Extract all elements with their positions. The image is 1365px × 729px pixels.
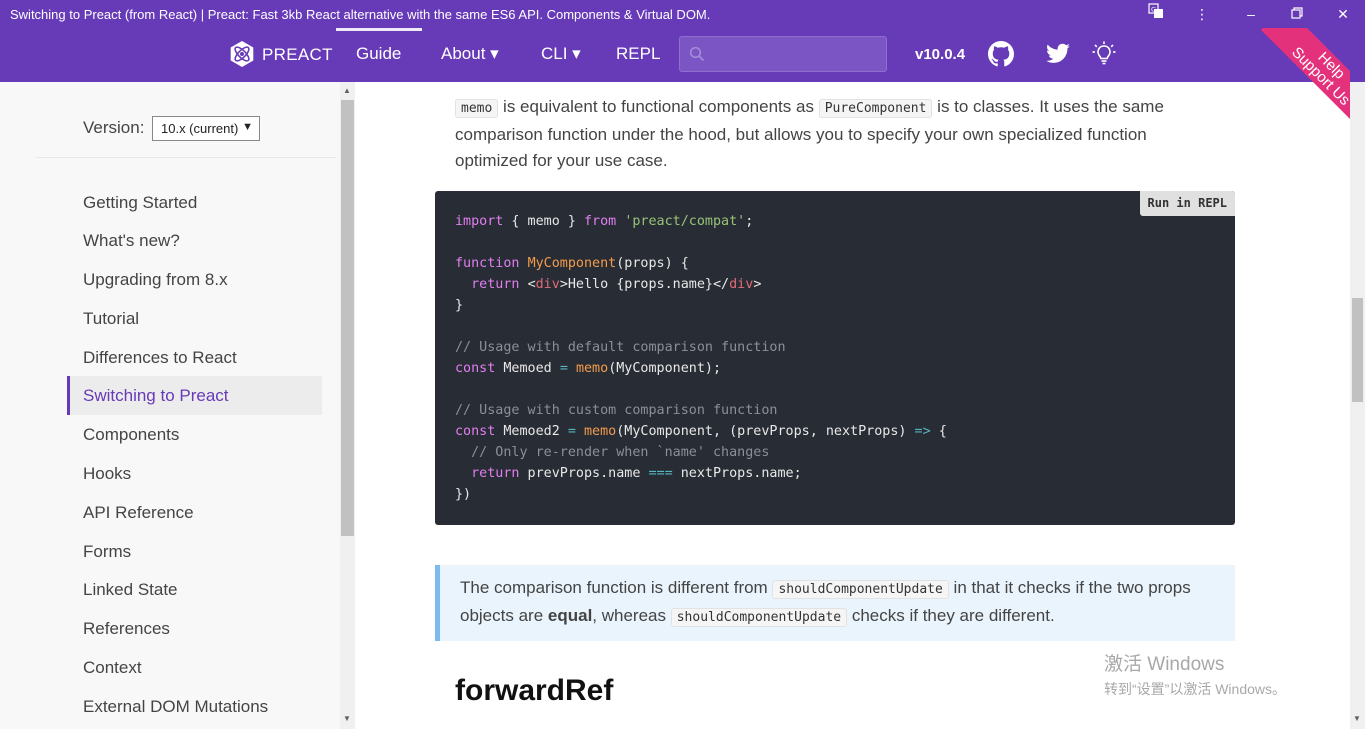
window-title: Switching to Preact (from React) | Preac…: [10, 7, 711, 22]
memo-paragraph: memo is equivalent to functional compone…: [455, 97, 1164, 170]
main-content: memo is equivalent to functional compone…: [355, 82, 1350, 729]
code-content: import { memo } from 'preact/compat'; fu…: [455, 214, 947, 502]
restore-icon[interactable]: [1285, 3, 1309, 25]
sidebar-item-tutorial[interactable]: Tutorial: [67, 299, 322, 338]
version-label: v10.0.4: [915, 46, 966, 63]
sidebar-item-switching[interactable]: Switching to Preact: [67, 376, 322, 415]
section-heading: forwardRef: [455, 674, 614, 707]
page-scrollbar[interactable]: ▼: [1350, 82, 1365, 729]
search-icon: [689, 46, 705, 62]
sidebar-item-upgrading[interactable]: Upgrading from 8.x: [67, 260, 322, 299]
inline-code: memo: [455, 99, 499, 118]
sidebar-divider: [36, 157, 336, 158]
code-block: Run in REPL import { memo } from 'preact…: [435, 191, 1235, 525]
sidebar-item-components[interactable]: Components: [67, 415, 322, 454]
windows-activation-watermark: 激活 Windows 转到“设置”以激活 Windows。: [1104, 654, 1287, 697]
sidebar-item-differences[interactable]: Differences to React: [67, 338, 322, 377]
sidebar-item-external-dom[interactable]: External DOM Mutations: [67, 687, 322, 726]
twitter-icon[interactable]: [1045, 41, 1071, 67]
nav-link-about[interactable]: About ▾: [441, 44, 499, 64]
sidebar-item-references[interactable]: References: [67, 609, 322, 648]
lightbulb-theme-icon[interactable]: [1092, 41, 1116, 67]
version-select[interactable]: 10.x (current) ▼: [152, 116, 260, 141]
more-menu-icon[interactable]: ⋮: [1190, 3, 1214, 25]
nav-link-guide[interactable]: Guide: [356, 44, 401, 64]
sidebar-item-api-reference[interactable]: API Reference: [67, 493, 322, 532]
search-box[interactable]: [679, 36, 887, 72]
sidebar-item-forms[interactable]: Forms: [67, 532, 322, 571]
nav-active-indicator: [336, 28, 422, 31]
version-select-label: Version:: [83, 118, 145, 137]
info-note: The comparison function is different fro…: [435, 565, 1235, 641]
inline-code: shouldComponentUpdate: [772, 580, 949, 599]
search-input[interactable]: [712, 43, 880, 65]
sidebar-item-context[interactable]: Context: [67, 648, 322, 687]
scroll-down-arrow-icon[interactable]: ▼: [1353, 714, 1361, 723]
translate-icon[interactable]: G: [1144, 3, 1168, 25]
sidebar-scrollbar-thumb[interactable]: [341, 100, 354, 536]
sidebar-item-hooks[interactable]: Hooks: [67, 454, 322, 493]
close-icon[interactable]: ✕: [1331, 3, 1355, 25]
minimize-icon[interactable]: –: [1239, 3, 1263, 25]
scroll-down-arrow-icon[interactable]: ▼: [343, 714, 351, 723]
preact-logo-icon[interactable]: [228, 40, 256, 68]
inline-code: shouldComponentUpdate: [670, 608, 848, 627]
github-icon[interactable]: [988, 41, 1014, 67]
sidebar-scrollbar[interactable]: ▲ ▼: [340, 82, 355, 729]
scroll-up-arrow-icon[interactable]: ▲: [343, 86, 351, 95]
window-title-bar: Switching to Preact (from React) | Preac…: [0, 0, 1365, 28]
svg-text:G: G: [1151, 6, 1156, 14]
inline-code: PureComponent: [818, 99, 933, 118]
nav-link-repl[interactable]: REPL: [616, 44, 660, 64]
brand-name[interactable]: PREACT: [262, 45, 333, 65]
docs-sidebar: Version: 10.x (current) ▼ Getting Starte…: [0, 82, 340, 729]
nav-link-cli[interactable]: CLI ▾: [541, 44, 581, 64]
page-scrollbar-thumb[interactable]: [1352, 298, 1363, 402]
sidebar-item-linked-state[interactable]: Linked State: [67, 570, 322, 609]
sidebar-item-whats-new[interactable]: What's new?: [67, 221, 322, 260]
run-in-repl-button[interactable]: Run in REPL: [1139, 191, 1235, 216]
dropdown-arrow-icon: ▼: [242, 121, 253, 133]
sidebar-item-getting-started[interactable]: Getting Started: [67, 183, 322, 222]
site-navbar: PREACT Guide About ▾ CLI ▾ REPL v10.0.4: [0, 28, 1365, 82]
